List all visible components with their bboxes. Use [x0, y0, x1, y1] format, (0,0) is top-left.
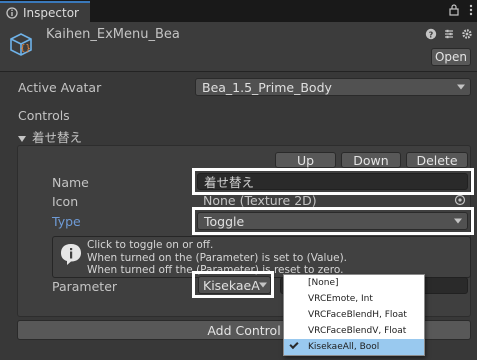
- name-field[interactable]: 着せ替え: [197, 173, 468, 190]
- help-icon[interactable]: ?: [425, 28, 437, 40]
- icon-field[interactable]: None (Texture 2D): [197, 193, 468, 208]
- chevron-down-icon: [259, 282, 267, 288]
- icon-label: Icon: [52, 194, 79, 209]
- parameter-dropdown[interactable]: KisekaeA: [198, 276, 271, 294]
- active-avatar-label: Active Avatar: [18, 80, 102, 95]
- popup-option-vrcfaceblendv[interactable]: VRCFaceBlendV, Float: [284, 323, 424, 339]
- gear-icon[interactable]: [461, 28, 473, 40]
- object-picker-icon[interactable]: [454, 194, 466, 206]
- help-line-2: When turned on the (Parameter) is set to…: [87, 251, 348, 264]
- controls-label: Controls: [18, 108, 70, 123]
- parameter-popup-menu: [None] VRCEmote, Int VRCFaceBlendH, Floa…: [283, 274, 425, 356]
- down-button[interactable]: Down: [341, 152, 401, 168]
- help-line-1: Click to toggle on or off.: [87, 239, 214, 251]
- foldout-triangle-icon: [18, 135, 26, 142]
- tab-label: Inspector: [23, 5, 79, 20]
- lock-icon[interactable]: [449, 4, 459, 16]
- name-label: Name: [52, 175, 89, 190]
- info-icon: [6, 6, 18, 19]
- popup-option-none[interactable]: [None]: [284, 275, 424, 291]
- active-avatar-value: Bea_1.5_Prime_Body: [202, 79, 332, 95]
- parameter-label: Parameter: [52, 279, 118, 294]
- object-name: Kaihen_ExMenu_Bea: [46, 27, 180, 42]
- parameter-value: KisekaeA: [203, 277, 260, 293]
- delete-button[interactable]: Delete: [406, 152, 468, 168]
- preset-icon[interactable]: [443, 28, 455, 40]
- checkmark-icon: [289, 339, 299, 350]
- tab-inspector[interactable]: Inspector: [0, 1, 90, 22]
- help-box: Click to toggle on or off. When turned o…: [52, 236, 471, 278]
- type-dropdown[interactable]: Toggle: [197, 212, 468, 230]
- expression-menu-asset-icon: {}: [10, 33, 32, 56]
- kebab-menu-icon[interactable]: [469, 4, 473, 16]
- svg-text:?: ?: [429, 30, 434, 39]
- popup-option-kisekaeall[interactable]: KisekaeAll, Bool: [284, 339, 424, 355]
- control-item-title: 着せ替え: [31, 130, 82, 145]
- type-value: Toggle: [204, 213, 245, 229]
- popup-option-vrcfaceblendh[interactable]: VRCFaceBlendH, Float: [284, 307, 424, 323]
- active-avatar-dropdown[interactable]: Bea_1.5_Prime_Body: [195, 78, 471, 96]
- popup-option-label: KisekaeAll, Bool: [308, 342, 380, 352]
- svg-text:{}: {}: [20, 44, 31, 54]
- chevron-down-icon: [457, 84, 465, 90]
- popup-option-vrcemote[interactable]: VRCEmote, Int: [284, 291, 424, 307]
- up-button[interactable]: Up: [275, 152, 336, 168]
- open-button[interactable]: Open: [431, 48, 471, 66]
- type-label: Type: [52, 214, 81, 229]
- chevron-down-icon: [454, 218, 462, 224]
- tab-bar: Inspector: [0, 0, 477, 22]
- control-foldout[interactable]: 着せ替え: [18, 127, 82, 146]
- inspector-header: {} Kaihen_ExMenu_Bea ? Open: [0, 22, 477, 72]
- icon-value: None (Texture 2D): [203, 193, 317, 208]
- info-bubble-icon: [61, 244, 81, 265]
